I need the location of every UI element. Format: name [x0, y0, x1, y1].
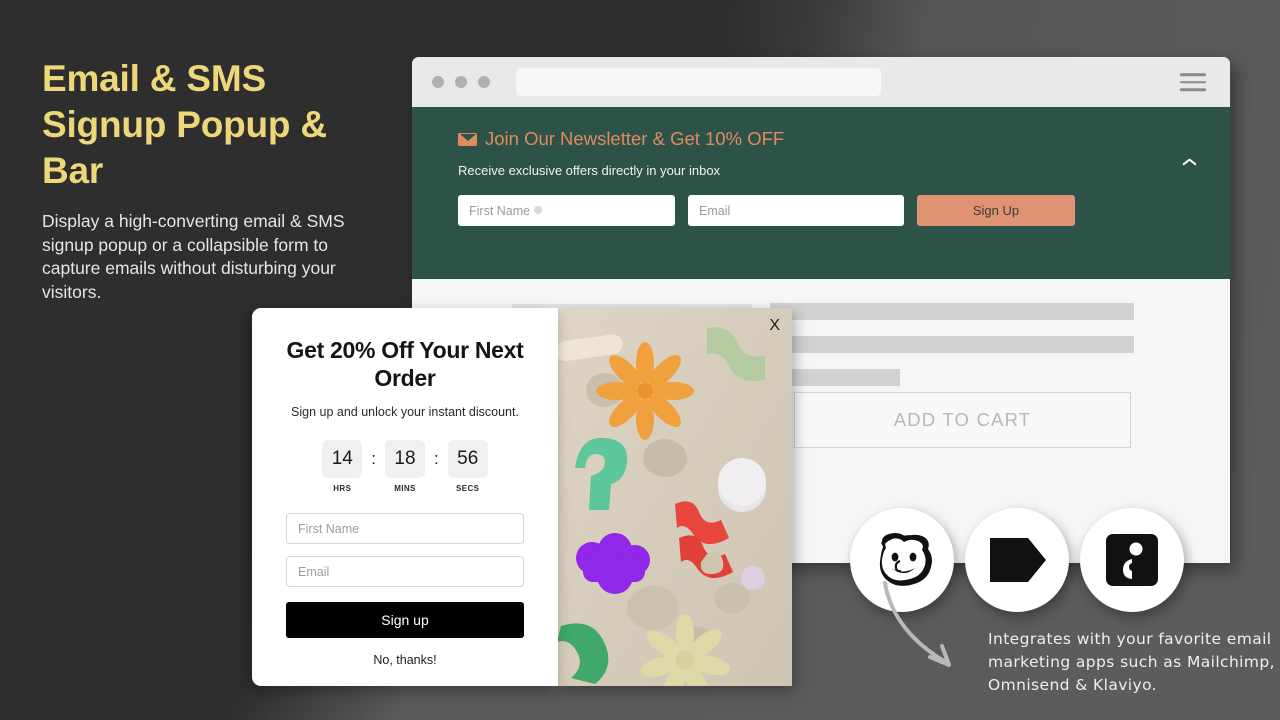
- url-input[interactable]: [516, 68, 881, 96]
- newsletter-signup-button[interactable]: Sign Up: [917, 195, 1075, 226]
- integrations-caption: Integrates with your favorite email mark…: [988, 630, 1275, 694]
- chevron-up-icon[interactable]: [1180, 157, 1200, 169]
- countdown-hours-value: 14: [322, 440, 363, 478]
- countdown-hours: 14 HRS: [322, 440, 363, 493]
- newsletter-first-name-placeholder: First Name: [469, 203, 531, 218]
- newsletter-email-placeholder: Email: [699, 203, 731, 218]
- pointer-arrow-icon: [883, 581, 951, 667]
- signup-popup-card: Get 20% Off Your Next Order Sign up and …: [252, 308, 558, 686]
- countdown-minutes-value: 18: [385, 440, 425, 478]
- window-dot-minimize-icon[interactable]: [455, 76, 467, 88]
- add-to-cart-button[interactable]: ADD TO CART: [794, 392, 1131, 448]
- hero-copy: Email & SMS Signup Popup & Bar Display a…: [42, 56, 372, 304]
- countdown-minutes: 18 MINS: [385, 440, 425, 493]
- countdown-minutes-label: MINS: [394, 484, 416, 493]
- popup-first-name-placeholder: First Name: [298, 521, 360, 536]
- hero-subtitle: Display a high-converting email & SMS si…: [42, 211, 345, 302]
- window-dot-maximize-icon[interactable]: [478, 76, 490, 88]
- popup-decline-link[interactable]: No, thanks!: [286, 653, 524, 667]
- newsletter-signup-bar: Join Our Newsletter & Get 10% OFF Receiv…: [412, 107, 1230, 279]
- newsletter-email-input[interactable]: Email: [688, 195, 904, 226]
- popup-title: Get 20% Off Your Next Order: [286, 337, 524, 391]
- hamburger-menu-icon[interactable]: [1180, 68, 1206, 96]
- countdown-seconds: 56 SECS: [447, 440, 488, 493]
- newsletter-form: First Name Email Sign Up: [458, 195, 1184, 226]
- skeleton-line: [770, 303, 1134, 320]
- close-icon[interactable]: X: [769, 318, 780, 334]
- popup-email-placeholder: Email: [298, 564, 330, 579]
- cursor-indicator: [534, 206, 542, 214]
- countdown-hours-label: HRS: [333, 484, 352, 493]
- popup-first-name-input[interactable]: First Name: [286, 513, 524, 544]
- popup-email-input[interactable]: Email: [286, 556, 524, 587]
- popup-image-panel: X: [557, 308, 792, 686]
- newsletter-heading: Join Our Newsletter & Get 10% OFF: [485, 128, 785, 149]
- newsletter-subheading: Receive exclusive offers directly in you…: [458, 163, 721, 178]
- countdown-seconds-value: 56: [447, 440, 488, 478]
- countdown-separator: :: [371, 449, 376, 468]
- page-title: Email & SMS Signup Popup & Bar: [42, 58, 327, 191]
- newsletter-heading-row: Join Our Newsletter & Get 10% OFF: [458, 128, 1184, 150]
- toy-blocks-photo: [557, 308, 792, 686]
- product-text-placeholders: [770, 303, 1134, 402]
- skeleton-line: [770, 336, 1134, 353]
- countdown-separator: :: [434, 449, 439, 468]
- omnisend-logo: [1080, 508, 1184, 612]
- newsletter-first-name-input[interactable]: First Name: [458, 195, 675, 226]
- popup-subtitle: Sign up and unlock your instant discount…: [291, 405, 519, 419]
- browser-chrome: [412, 57, 1230, 107]
- window-dot-close-icon[interactable]: [432, 76, 444, 88]
- envelope-icon: [458, 132, 477, 146]
- countdown-seconds-label: SECS: [456, 484, 480, 493]
- omnisend-icon: [1106, 534, 1158, 586]
- popup-signup-button[interactable]: Sign up: [286, 602, 524, 638]
- countdown-timer: 14 HRS : 18 MINS : 56 SECS: [286, 440, 524, 493]
